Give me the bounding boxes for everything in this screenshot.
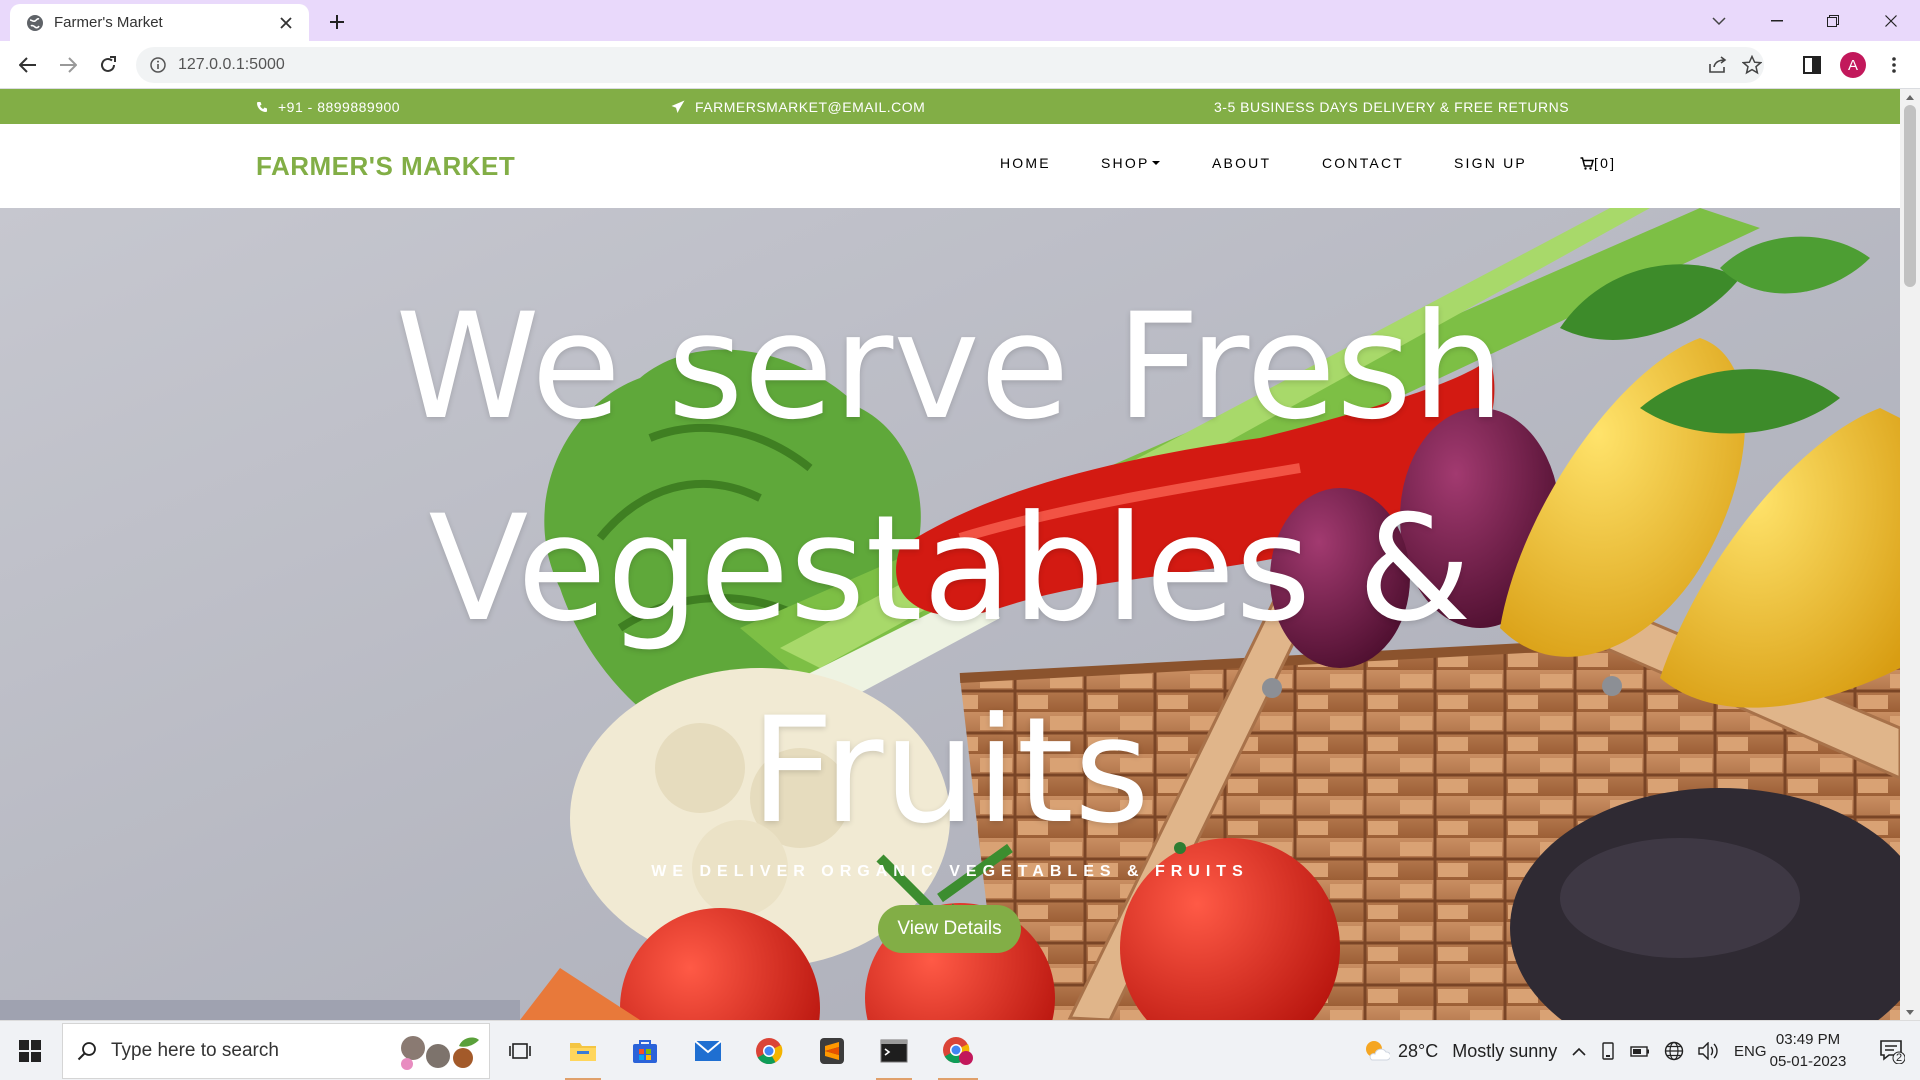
reload-icon[interactable]	[93, 50, 123, 80]
nav-home[interactable]: HOME	[1000, 155, 1051, 171]
caret-down-icon	[1152, 161, 1161, 165]
terminal-icon[interactable]	[866, 1021, 922, 1080]
taskbar-search-input[interactable]: Type here to search	[62, 1023, 490, 1079]
nav-shop[interactable]: SHOP	[1101, 155, 1161, 171]
view-details-button[interactable]: View Details	[878, 905, 1021, 953]
clock-date: 05-01-2023	[1769, 1053, 1847, 1070]
clock-time: 03:49 PM	[1775, 1031, 1841, 1048]
tab-search-icon[interactable]	[1691, 0, 1747, 41]
scroll-thumb[interactable]	[1904, 105, 1916, 287]
phone-icon	[256, 101, 268, 113]
nav-cart[interactable]: [0]	[1580, 155, 1616, 171]
plus-icon[interactable]	[323, 8, 351, 36]
windows-taskbar: Type here to search 28°C Mostly sunny EN…	[0, 1020, 1920, 1080]
battery-icon[interactable]	[1630, 1044, 1650, 1058]
globe-icon	[26, 14, 44, 32]
star-icon[interactable]	[1740, 53, 1764, 77]
notification-count: 2	[1896, 1052, 1903, 1064]
weather-text: Mostly sunny	[1452, 1040, 1558, 1061]
weather-widget[interactable]: 28°C Mostly sunny	[1362, 1021, 1557, 1080]
profile-initial: A	[1840, 52, 1866, 78]
sublime-icon[interactable]	[804, 1021, 860, 1080]
forward-icon[interactable]	[53, 50, 83, 80]
nav-about[interactable]: ABOUT	[1212, 155, 1271, 171]
tab-title: Farmer's Market	[54, 14, 163, 31]
search-icon	[77, 1041, 97, 1061]
delivery-info: 3-5 BUSINESS DAYS DELIVERY & FREE RETURN…	[1214, 89, 1569, 124]
close-window-icon[interactable]	[1863, 0, 1919, 41]
browser-tab-strip: Farmer's Market	[0, 0, 1920, 41]
browser-toolbar: 127.0.0.1:5000 A	[0, 41, 1920, 89]
kebab-icon[interactable]	[1879, 50, 1909, 80]
restore-icon[interactable]	[1805, 0, 1861, 41]
avatar[interactable]: A	[1838, 50, 1868, 80]
phone-info: +91 - 8899889900	[256, 89, 400, 124]
task-view-icon[interactable]	[492, 1021, 548, 1080]
close-icon[interactable]	[273, 10, 299, 36]
weather-icon	[1362, 1038, 1390, 1064]
minimize-icon[interactable]	[1749, 0, 1805, 41]
delivery-text: 3-5 BUSINESS DAYS DELIVERY & FREE RETURN…	[1214, 98, 1570, 115]
weather-temp: 28°C	[1398, 1040, 1439, 1061]
cart-count: [0]	[1594, 155, 1617, 171]
info-icon[interactable]	[150, 57, 166, 73]
hero-title: We serve Fresh Vegestables & Fruits	[395, 282, 1505, 856]
cart-icon	[1580, 156, 1594, 170]
file-explorer-icon[interactable]	[555, 1021, 611, 1080]
site-navbar: FARMER'S MARKET HOME SHOP ABOUT CONTACT …	[0, 124, 1900, 208]
chevron-up-icon[interactable]	[1572, 1047, 1586, 1056]
mail-icon[interactable]	[680, 1021, 736, 1080]
site-logo[interactable]: FARMER'S MARKET	[256, 151, 515, 182]
page-scrollbar[interactable]	[1900, 89, 1920, 1020]
search-highlight-icon	[393, 1032, 483, 1072]
hero-section: We serve Fresh Vegestables & Fruits WE D…	[0, 208, 1900, 1020]
page-viewport: +91 - 8899889900 FARMERSMARKET@EMAIL.COM…	[0, 89, 1900, 1020]
windows-icon[interactable]	[0, 1021, 60, 1080]
network-globe-icon[interactable]	[1664, 1041, 1684, 1061]
scroll-down-arrow-icon[interactable]	[1900, 1004, 1920, 1020]
chrome-profile-icon[interactable]	[928, 1021, 988, 1080]
sidepanel-icon[interactable]	[1797, 50, 1827, 80]
url-text: 127.0.0.1:5000	[178, 56, 285, 73]
chrome-icon[interactable]	[741, 1021, 797, 1080]
address-bar[interactable]: 127.0.0.1:5000	[136, 47, 1764, 83]
notification-icon[interactable]: 2	[1864, 1021, 1920, 1080]
hero-subtitle: WE DELIVER ORGANIC VEGETABLES & FRUITS	[651, 863, 1249, 880]
nav-signup[interactable]: SIGN UP	[1454, 155, 1527, 171]
system-tray: ENG	[1572, 1021, 1767, 1080]
browser-tab[interactable]: Farmer's Market	[10, 4, 309, 41]
email-address: FARMERSMARKET@EMAIL.COM	[695, 98, 926, 115]
taskbar-clock[interactable]: 03:49 PM 05-01-2023	[1766, 1029, 1850, 1073]
device-icon[interactable]	[1600, 1042, 1616, 1060]
nav-shop-label: SHOP	[1101, 155, 1150, 171]
back-icon[interactable]	[13, 50, 43, 80]
paper-plane-icon	[671, 100, 685, 114]
volume-icon[interactable]	[1698, 1042, 1720, 1060]
language-indicator[interactable]: ENG	[1734, 1043, 1767, 1060]
email-info: FARMERSMARKET@EMAIL.COM	[671, 89, 925, 124]
share-icon[interactable]	[1706, 53, 1730, 77]
search-placeholder: Type here to search	[111, 1040, 279, 1061]
scroll-up-arrow-icon[interactable]	[1900, 89, 1920, 105]
phone-number: +91 - 8899889900	[278, 98, 401, 115]
top-info-bar: +91 - 8899889900 FARMERSMARKET@EMAIL.COM…	[0, 89, 1900, 124]
nav-contact[interactable]: CONTACT	[1322, 155, 1404, 171]
store-icon[interactable]	[617, 1021, 673, 1080]
